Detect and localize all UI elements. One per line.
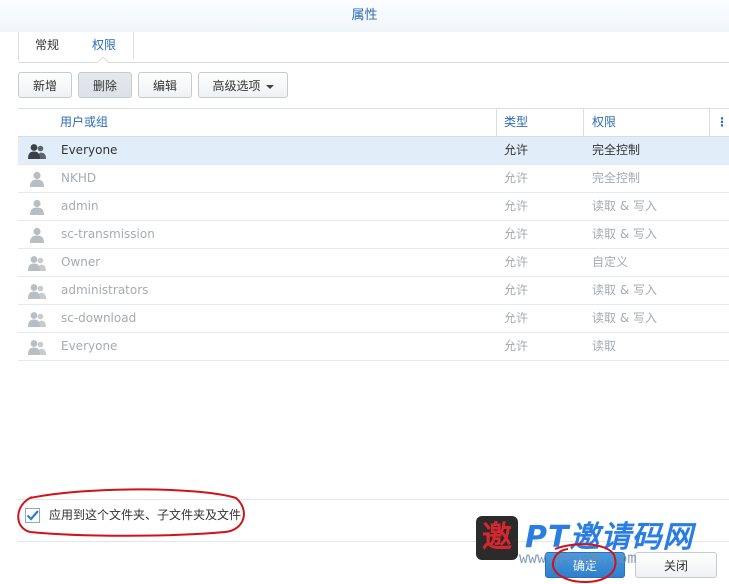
column-header-type[interactable]: 类型 — [496, 109, 584, 136]
cell-type: 允许 — [504, 171, 529, 185]
table-header: 用户或组 类型 权限 ⋮ — [18, 109, 729, 137]
cell-user: administrators — [61, 283, 149, 297]
table-row[interactable]: administrators 允许 读取 & 写入 — [18, 277, 729, 305]
cell-user: sc-download — [61, 311, 137, 325]
tab-permissions[interactable]: 权限 — [75, 32, 134, 59]
cell-permission: 读取 & 写入 — [592, 311, 657, 325]
watermark: 邀 PT邀请码网 www.ptyqm.com — [473, 512, 723, 572]
edit-button-label: 编辑 — [152, 79, 177, 93]
cell-user: Everyone — [61, 143, 118, 157]
tab-divider — [18, 62, 729, 63]
tab-bar: 常规 权限 — [18, 32, 134, 60]
cell-type: 允许 — [504, 199, 529, 213]
column-header-permission[interactable]: 权限 — [584, 109, 709, 136]
cell-type: 允许 — [504, 283, 529, 297]
cell-type: 允许 — [504, 227, 529, 241]
table-row[interactable]: Everyone 允许 完全控制 — [18, 137, 729, 165]
checkmark-icon — [26, 510, 39, 521]
table-row[interactable]: sc-download 允许 读取 & 写入 — [18, 305, 729, 333]
column-header-user[interactable]: 用户或组 — [52, 109, 496, 136]
cell-type: 允许 — [504, 255, 529, 269]
cell-type: 允许 — [504, 339, 529, 353]
cell-type: 允许 — [504, 311, 529, 325]
group-icon — [28, 311, 46, 327]
tab-general[interactable]: 常规 — [19, 32, 75, 59]
table-row[interactable]: admin 允许 读取 & 写入 — [18, 193, 729, 221]
caret-down-icon — [265, 84, 274, 89]
group-icon — [28, 283, 46, 299]
edit-button[interactable]: 编辑 — [138, 72, 192, 98]
cell-user: admin — [61, 199, 99, 213]
cell-user: sc-transmission — [61, 227, 155, 241]
cell-permission: 读取 & 写入 — [592, 227, 657, 241]
cell-user: Owner — [61, 255, 101, 269]
dialog-title: 属性 — [0, 0, 729, 32]
user-icon — [28, 227, 46, 243]
cell-permission: 读取 & 写入 — [592, 199, 657, 213]
watermark-seal-icon: 邀 — [476, 516, 518, 560]
user-icon — [28, 199, 46, 215]
footer-divider — [18, 499, 729, 500]
cell-permission: 完全控制 — [592, 171, 641, 185]
table-row[interactable]: sc-transmission 允许 读取 & 写入 — [18, 221, 729, 249]
permission-table: 用户或组 类型 权限 ⋮ Everyone 允许 完全控制 NKHD 允许 完全控制 adm… — [18, 108, 729, 362]
group-icon — [28, 143, 46, 159]
delete-button[interactable]: 删除 — [78, 72, 132, 98]
cell-permission: 完全控制 — [592, 143, 641, 157]
column-menu-icon[interactable]: ⋮ — [709, 109, 729, 136]
table-row[interactable]: Owner 允许 自定义 — [18, 249, 729, 277]
cell-user: NKHD — [61, 171, 97, 185]
cell-user: Everyone — [61, 339, 118, 353]
apply-recursive-label[interactable]: 应用到这个文件夹、子文件夹及文件 — [49, 507, 241, 524]
user-icon — [28, 171, 46, 187]
cell-permission: 自定义 — [592, 255, 629, 269]
cell-permission: 读取 & 写入 — [592, 283, 657, 297]
advanced-options-label: 高级选项 — [212, 79, 261, 93]
group-icon — [28, 255, 46, 271]
cell-type: 允许 — [504, 143, 529, 157]
cell-permission: 读取 — [592, 339, 617, 353]
table-row[interactable]: NKHD 允许 完全控制 — [18, 165, 729, 193]
watermark-url: www.ptyqm.com — [519, 549, 637, 567]
group-icon — [28, 339, 46, 355]
advanced-options-button[interactable]: 高级选项 — [198, 72, 288, 98]
table-row[interactable]: Everyone 允许 读取 — [18, 333, 729, 361]
apply-recursive-checkbox[interactable] — [25, 508, 40, 523]
add-button[interactable]: 新增 — [18, 72, 72, 98]
